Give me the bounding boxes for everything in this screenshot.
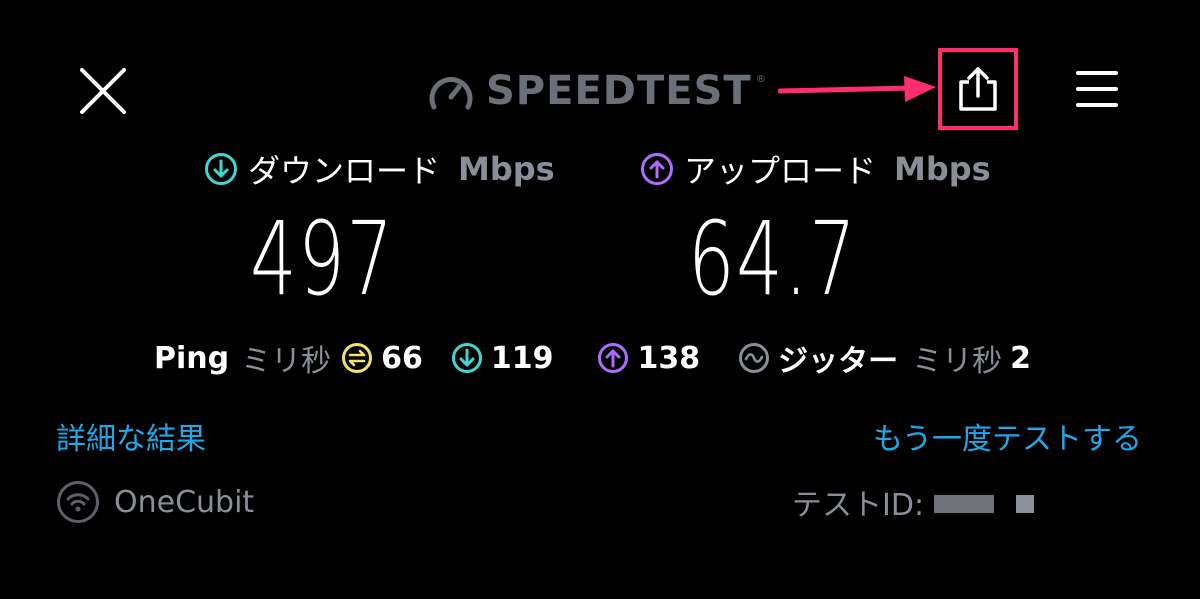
ping-label: Ping bbox=[154, 340, 230, 376]
logo-trademark: ® bbox=[755, 74, 766, 85]
speedtest-logo: SPEEDTEST ® bbox=[428, 68, 766, 114]
upload-unit: Mbps bbox=[894, 150, 991, 188]
jitter: ジッター ミリ秒 2 bbox=[738, 336, 1031, 380]
ping-upload: 138 bbox=[597, 341, 700, 376]
jitter-wave-icon bbox=[739, 343, 770, 373]
ping-upload-icon bbox=[598, 343, 629, 373]
menu-button[interactable] bbox=[1076, 68, 1118, 110]
test-id-redacted bbox=[934, 491, 1035, 513]
download-unit: Mbps bbox=[458, 150, 555, 188]
network-info: OneCubit bbox=[56, 480, 254, 524]
share-icon bbox=[959, 67, 997, 111]
download-arrow-icon bbox=[205, 153, 237, 185]
close-button[interactable] bbox=[78, 66, 128, 116]
ping-download-icon bbox=[451, 343, 482, 373]
ping-idle-value: 66 bbox=[381, 340, 423, 376]
upload-speed-value: 64.7 bbox=[688, 200, 858, 319]
gauge-icon bbox=[429, 77, 473, 110]
ping-unit: ミリ秒 bbox=[241, 344, 332, 379]
close-icon bbox=[80, 68, 126, 114]
upload-header: アップロード Mbps bbox=[640, 146, 991, 192]
network-name: OneCubit bbox=[114, 484, 255, 520]
test-id-label: テストID: bbox=[792, 488, 925, 523]
annotation-arrow-icon bbox=[778, 76, 936, 102]
jitter-value: 2 bbox=[1010, 340, 1031, 376]
ping-idle-icon bbox=[342, 343, 373, 373]
logo-text: SPEEDTEST bbox=[486, 68, 752, 114]
download-speed-value: 497 bbox=[250, 200, 395, 319]
detailed-results-link[interactable]: 詳細な結果 bbox=[56, 414, 206, 458]
share-button[interactable] bbox=[938, 48, 1018, 130]
download-label: ダウンロード bbox=[248, 152, 441, 190]
hamburger-menu-icon bbox=[1076, 71, 1118, 107]
wifi-icon bbox=[57, 481, 99, 523]
ping-jitter-row: Ping ミリ秒 66 119 138 ジッター ミリ秒 2 bbox=[154, 336, 1031, 380]
ping-download-value: 119 bbox=[490, 340, 554, 376]
retest-link[interactable]: もう一度テストする bbox=[873, 414, 1142, 458]
test-id: テストID: bbox=[792, 480, 1035, 524]
ping-upload-value: 138 bbox=[637, 340, 701, 376]
ping-idle: 66 bbox=[341, 341, 423, 376]
upload-label: アップロード bbox=[684, 152, 877, 190]
jitter-label: ジッター bbox=[778, 344, 899, 379]
ping-download: 119 bbox=[451, 340, 554, 376]
upload-arrow-icon bbox=[641, 153, 673, 185]
download-header: ダウンロード Mbps bbox=[204, 146, 555, 192]
jitter-unit: ミリ秒 bbox=[912, 344, 1003, 379]
